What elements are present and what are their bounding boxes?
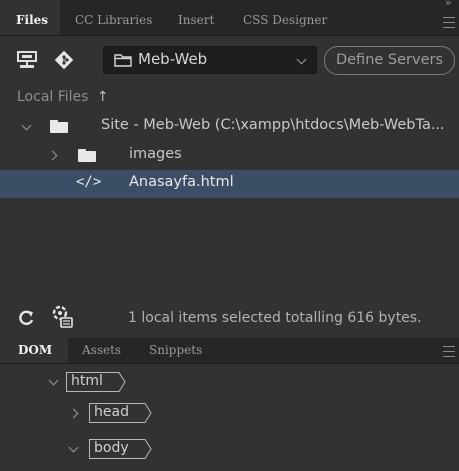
chevron-down-icon[interactable] bbox=[68, 442, 79, 453]
tab-files[interactable]: Files bbox=[0, 0, 60, 35]
tag-box[interactable]: body bbox=[89, 439, 159, 459]
dom-panel-tab-bar: DOM Assets Snippets bbox=[0, 338, 459, 364]
sort-arrow-icon[interactable]: ↑ bbox=[97, 89, 109, 105]
refresh-icon[interactable] bbox=[17, 309, 35, 327]
tree-item-images[interactable]: images bbox=[0, 142, 459, 170]
status-text: 1 local items selected totalling 616 byt… bbox=[128, 310, 422, 326]
site-select[interactable]: Meb-Web bbox=[103, 46, 317, 74]
tab-assets[interactable]: Assets bbox=[82, 338, 121, 363]
folder-icon bbox=[50, 120, 68, 133]
site-folder-icon bbox=[114, 54, 132, 67]
dom-node-html[interactable]: html bbox=[0, 370, 459, 398]
tree-item-label: Anasayfa.html bbox=[129, 174, 234, 190]
tab-css-designer[interactable]: CSS Designer bbox=[243, 0, 327, 35]
chevron-right-icon[interactable] bbox=[47, 150, 58, 161]
local-files-label: Local Files bbox=[17, 89, 89, 105]
tag-name: body bbox=[94, 440, 129, 456]
tag-box[interactable]: html bbox=[66, 372, 130, 392]
files-panel-tab-bar: Files CC Libraries Insert CSS Designer » bbox=[0, 0, 459, 36]
dom-node-body[interactable]: body bbox=[0, 437, 459, 465]
dom-node-head[interactable]: head bbox=[0, 401, 459, 429]
manage-sites-icon[interactable] bbox=[17, 51, 37, 69]
panel-menu-icon[interactable] bbox=[443, 346, 455, 357]
tree-item-label: images bbox=[129, 146, 182, 162]
tag-name: head bbox=[94, 404, 129, 420]
local-files-header[interactable]: Local Files ↑ bbox=[17, 89, 109, 105]
tab-snippets[interactable]: Snippets bbox=[149, 338, 202, 363]
tag-box[interactable]: head bbox=[89, 403, 159, 423]
tree-item-label: Site - Meb-Web (C:\xampp\htdocs\Meb-WebT… bbox=[101, 117, 445, 133]
chevron-down-icon bbox=[296, 54, 307, 65]
tree-item-anasayfa[interactable]: </> Anasayfa.html bbox=[0, 170, 459, 198]
tab-cc-libraries[interactable]: CC Libraries bbox=[75, 0, 152, 35]
site-select-value: Meb-Web bbox=[138, 50, 208, 68]
tree-item-site[interactable]: Site - Meb-Web (C:\xampp\htdocs\Meb-WebT… bbox=[0, 113, 459, 141]
chevron-down-icon[interactable] bbox=[21, 120, 32, 131]
git-icon[interactable] bbox=[54, 50, 74, 70]
folder-icon bbox=[78, 149, 96, 162]
panel-menu-icon[interactable] bbox=[443, 17, 455, 28]
tab-dom[interactable]: DOM bbox=[0, 338, 68, 363]
chevron-right-icon[interactable] bbox=[68, 408, 79, 419]
tag-name: html bbox=[71, 373, 103, 389]
tab-insert[interactable]: Insert bbox=[178, 0, 214, 35]
panel-overflow-icon[interactable]: » bbox=[445, 0, 452, 9]
define-servers-button[interactable]: Define Servers bbox=[324, 46, 455, 75]
manage-files-icon[interactable] bbox=[51, 305, 75, 329]
chevron-down-icon[interactable] bbox=[48, 375, 59, 386]
html-file-icon: </> bbox=[76, 174, 102, 190]
